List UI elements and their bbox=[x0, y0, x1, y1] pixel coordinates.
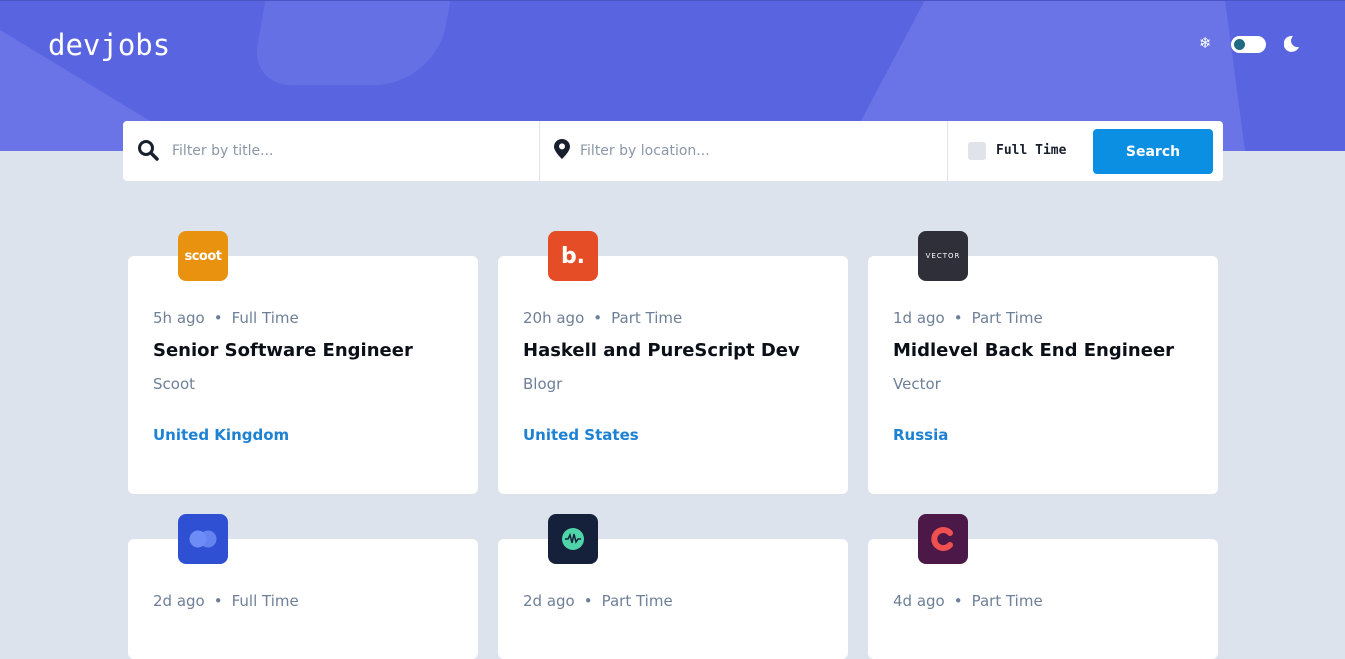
company-logo bbox=[548, 514, 598, 564]
fulltime-checkbox[interactable] bbox=[968, 142, 986, 160]
location-filter-input[interactable] bbox=[580, 141, 910, 161]
job-location: Russia bbox=[893, 426, 949, 444]
fulltime-filter: Full Time Search bbox=[948, 121, 1223, 181]
job-meta: 20h ago • Part Time bbox=[523, 309, 682, 327]
separator-dot: • bbox=[583, 592, 593, 610]
job-card[interactable]: 4d ago • Part Time bbox=[868, 514, 1218, 659]
job-title[interactable]: Haskell and PureScript Dev bbox=[523, 340, 800, 361]
separator-dot: • bbox=[593, 309, 603, 327]
location-filter bbox=[540, 121, 948, 181]
job-card[interactable]: VECTOR 1d ago • Part Time Midlevel Back En… bbox=[868, 231, 1218, 494]
scoot-logo-text: scoot bbox=[184, 248, 222, 264]
theme-switcher: ❄ bbox=[1199, 34, 1299, 55]
separator-dot: • bbox=[953, 592, 963, 610]
title-filter bbox=[123, 121, 540, 181]
posted-time: 1d ago bbox=[893, 309, 945, 327]
company-name: Scoot bbox=[153, 375, 196, 393]
contract-type: Part Time bbox=[601, 592, 673, 610]
job-title[interactable]: Midlevel Back End Engineer bbox=[893, 340, 1174, 361]
posted-time: 5h ago bbox=[153, 309, 205, 327]
job-card[interactable]: 2d ago • Part Time bbox=[498, 514, 848, 659]
c-letter-icon bbox=[931, 527, 953, 551]
job-meta: 5h ago • Full Time bbox=[153, 309, 299, 327]
moon-icon bbox=[1284, 35, 1299, 52]
contract-type: Full Time bbox=[231, 309, 299, 327]
search-icon bbox=[138, 140, 159, 161]
contract-type: Part Time bbox=[971, 592, 1043, 610]
company-name: Vector bbox=[893, 375, 941, 393]
company-logo: scoot bbox=[178, 231, 228, 281]
company-name: Blogr bbox=[523, 375, 563, 393]
job-meta: 2d ago • Part Time bbox=[523, 592, 673, 610]
posted-time: 4d ago bbox=[893, 592, 945, 610]
search-button[interactable]: Search bbox=[1093, 129, 1213, 174]
waveform-icon bbox=[562, 528, 584, 550]
separator-dot: • bbox=[953, 309, 963, 327]
contract-type: Full Time bbox=[231, 592, 299, 610]
header-top-border bbox=[0, 0, 1345, 1]
company-logo: VECTOR bbox=[918, 231, 968, 281]
job-card[interactable]: 2d ago • Full Time bbox=[128, 514, 478, 659]
search-bar: Full Time Search bbox=[123, 121, 1223, 181]
header-decoration bbox=[250, 0, 465, 85]
separator-dot: • bbox=[213, 309, 223, 327]
company-logo bbox=[178, 514, 228, 564]
theme-toggle[interactable] bbox=[1231, 36, 1266, 53]
devjobs-logo[interactable]: devjobs bbox=[48, 28, 170, 62]
location-pin-icon bbox=[554, 139, 570, 159]
blogr-logo-text: b. bbox=[560, 243, 586, 269]
company-logo bbox=[918, 514, 968, 564]
posted-time: 2d ago bbox=[153, 592, 205, 610]
job-meta: 4d ago • Part Time bbox=[893, 592, 1043, 610]
job-card[interactable]: scoot 5h ago • Full Time Senior Software E… bbox=[128, 231, 478, 494]
contract-type: Part Time bbox=[971, 309, 1043, 327]
vector-logo-text: VECTOR bbox=[925, 252, 961, 260]
job-location: United Kingdom bbox=[153, 426, 290, 444]
job-card[interactable]: b. 20h ago • Part Time Haskell and PureScr… bbox=[498, 231, 848, 494]
job-location: United States bbox=[523, 426, 639, 444]
fulltime-label[interactable]: Full Time bbox=[996, 143, 1066, 158]
toggle-knob bbox=[1234, 39, 1245, 50]
posted-time: 2d ago bbox=[523, 592, 575, 610]
title-filter-input[interactable] bbox=[172, 141, 502, 161]
job-meta: 2d ago • Full Time bbox=[153, 592, 299, 610]
company-logo: b. bbox=[548, 231, 598, 281]
sun-icon: ❄ bbox=[1199, 34, 1212, 52]
overlapping-circles-icon bbox=[189, 530, 217, 548]
job-title[interactable]: Senior Software Engineer bbox=[153, 340, 413, 361]
posted-time: 20h ago bbox=[523, 309, 585, 327]
contract-type: Part Time bbox=[611, 309, 683, 327]
job-meta: 1d ago • Part Time bbox=[893, 309, 1043, 327]
separator-dot: • bbox=[213, 592, 223, 610]
